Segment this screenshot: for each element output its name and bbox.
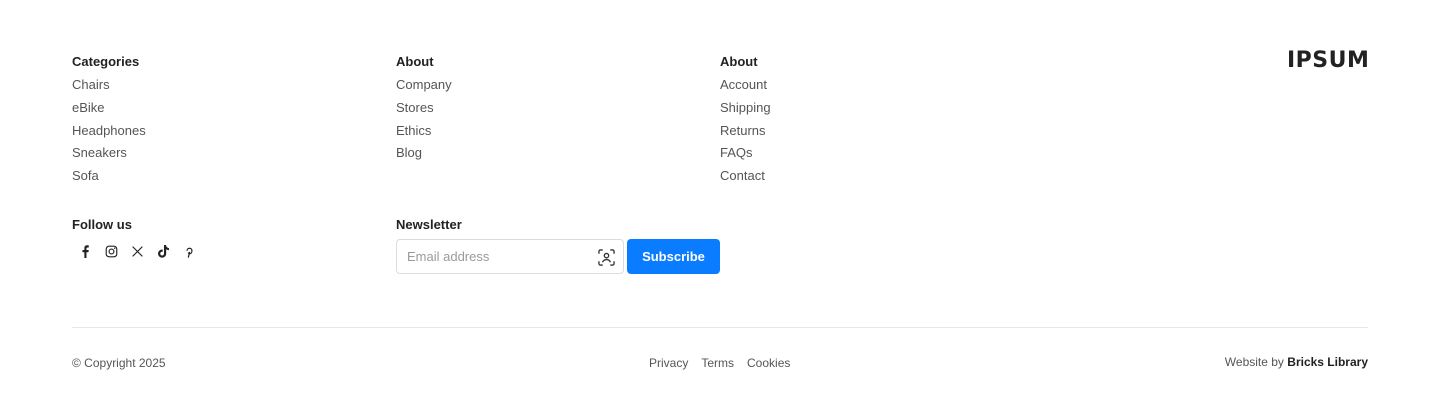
list-item: Contact <box>720 167 771 190</box>
list-item: Shipping <box>720 99 771 122</box>
footer-link-headphones[interactable]: Headphones <box>72 123 146 138</box>
website-credit: Website by Bricks Library <box>1225 355 1368 369</box>
list-item: Blog <box>396 144 452 167</box>
footer-column-about: About Company Stores Ethics Blog <box>396 53 452 167</box>
instagram-icon-svg <box>105 245 117 257</box>
footer-column-account: About Account Shipping Returns FAQs Cont… <box>720 53 771 190</box>
footer-link-returns[interactable]: Returns <box>720 123 766 138</box>
site-footer: Categories Chairs eBike Headphones Sneak… <box>0 0 1440 401</box>
credit-prefix: Website by <box>1224 355 1288 369</box>
list-item: Company <box>396 76 452 99</box>
list-item: Returns <box>720 122 771 145</box>
footer-link-sofa[interactable]: Sofa <box>72 168 99 183</box>
list-item: Chairs <box>72 76 146 99</box>
link-list: Company Stores Ethics Blog <box>396 76 452 167</box>
cookies-link[interactable]: Cookies <box>747 356 790 370</box>
footer-link-company[interactable]: Company <box>396 77 452 92</box>
footer-link-sneakers[interactable]: Sneakers <box>72 145 127 160</box>
follow-us-section: Follow us <box>72 216 202 263</box>
copyright-text: © Copyright 2025 <box>72 356 166 370</box>
footer-link-faqs[interactable]: FAQs <box>720 145 753 160</box>
list-item: Sofa <box>72 167 146 190</box>
x-icon[interactable] <box>124 239 150 263</box>
footer-link-chairs[interactable]: Chairs <box>72 77 110 92</box>
instagram-icon[interactable] <box>98 239 124 263</box>
subscribe-button[interactable]: Subscribe <box>627 239 720 274</box>
list-item: eBike <box>72 99 146 122</box>
brand-logo[interactable]: IPSUM <box>1287 50 1369 72</box>
list-item: Ethics <box>396 122 452 145</box>
newsletter-heading: Newsletter <box>396 217 462 232</box>
terms-link[interactable]: Terms <box>701 356 734 370</box>
newsletter-section: Newsletter Subscribe <box>396 216 720 274</box>
footer-link-stores[interactable]: Stores <box>396 100 434 115</box>
footer-link-account[interactable]: Account <box>720 77 767 92</box>
privacy-link[interactable]: Privacy <box>649 356 688 370</box>
newsletter-form: Subscribe <box>396 239 720 274</box>
footer-link-ebike[interactable]: eBike <box>72 100 105 115</box>
contact-scan-icon-svg <box>598 249 615 266</box>
column-heading: Categories <box>72 54 140 69</box>
list-item: FAQs <box>720 144 771 167</box>
footer-link-contact[interactable]: Contact <box>720 168 765 183</box>
list-item: Headphones <box>72 122 146 145</box>
email-field[interactable] <box>397 240 623 273</box>
link-list: Account Shipping Returns FAQs Contact <box>720 76 771 190</box>
pinterest-icon[interactable] <box>176 239 202 263</box>
facebook-icon-svg <box>81 244 89 258</box>
facebook-icon[interactable] <box>72 239 98 263</box>
list-item: Account <box>720 76 771 99</box>
footer-link-blog[interactable]: Blog <box>396 145 422 160</box>
column-heading: About <box>720 54 758 69</box>
footer-divider <box>72 327 1368 328</box>
list-item: Stores <box>396 99 452 122</box>
footer-link-ethics[interactable]: Ethics <box>396 123 431 138</box>
list-item: Sneakers <box>72 144 146 167</box>
email-field-wrapper <box>396 239 624 274</box>
pinterest-icon-svg <box>185 247 193 258</box>
x-icon-svg <box>131 245 143 257</box>
social-links <box>72 239 202 263</box>
tiktok-icon-svg <box>157 244 169 258</box>
contact-scan-icon[interactable] <box>598 249 615 266</box>
tiktok-icon[interactable] <box>150 239 176 263</box>
column-heading: About <box>396 54 434 69</box>
bricks-library-link[interactable]: Bricks Library <box>1287 355 1368 369</box>
footer-column-categories: Categories Chairs eBike Headphones Sneak… <box>72 53 146 190</box>
follow-heading: Follow us <box>72 217 132 232</box>
footer-link-shipping[interactable]: Shipping <box>720 100 771 115</box>
legal-links: Privacy Terms Cookies <box>649 356 790 370</box>
link-list: Chairs eBike Headphones Sneakers Sofa <box>72 76 146 190</box>
